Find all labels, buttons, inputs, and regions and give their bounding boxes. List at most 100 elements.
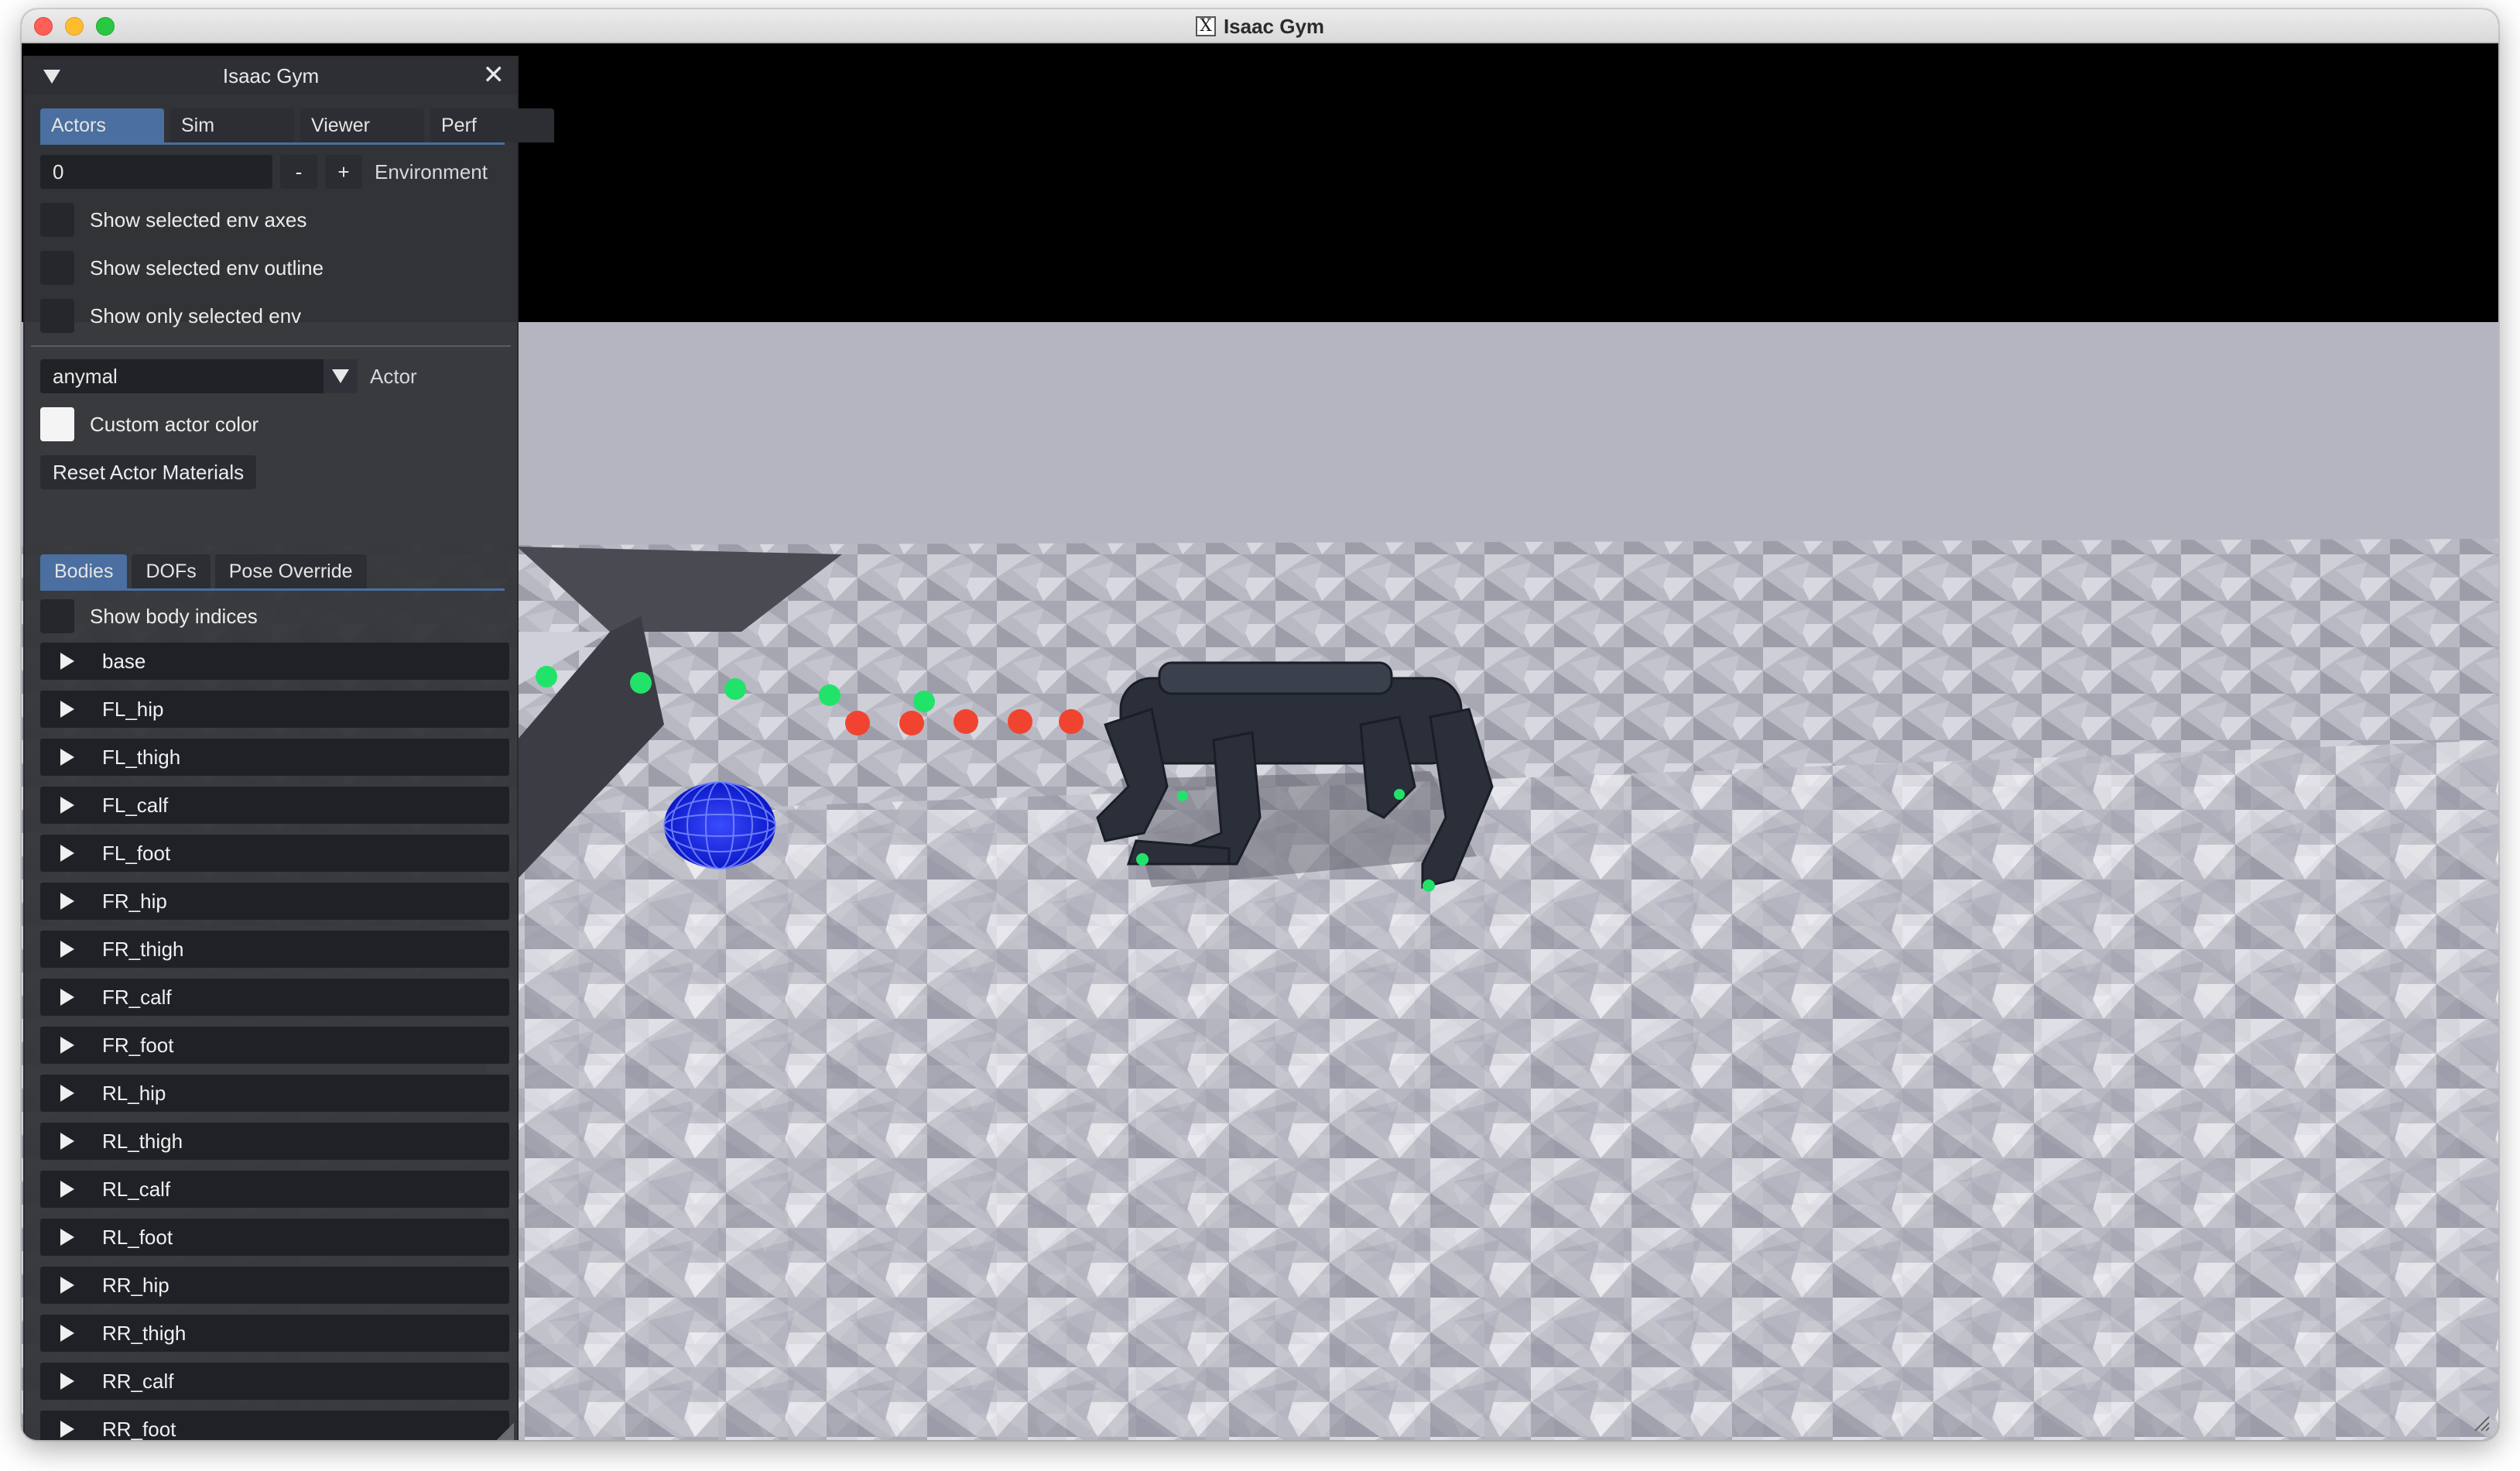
body-tree: base FL_hip FL_thigh FL_calf FL_foot FR_… xyxy=(40,643,509,1440)
expand-arrow-icon[interactable] xyxy=(60,941,74,958)
tree-item-label: RR_foot xyxy=(102,1417,176,1441)
tree-item-fr-thigh[interactable]: FR_thigh xyxy=(40,931,509,968)
reset-actor-materials-button[interactable]: Reset Actor Materials xyxy=(40,455,257,489)
environment-label: Environment xyxy=(375,159,488,183)
show-only-selected-env-checkbox[interactable] xyxy=(40,299,74,333)
actor-select-value: anymal xyxy=(53,364,118,388)
tab-sim[interactable]: Sim xyxy=(170,108,294,142)
dropdown-arrow-icon[interactable] xyxy=(324,359,358,393)
expand-arrow-icon[interactable] xyxy=(60,1373,74,1390)
show-env-axes-label: Show selected env axes xyxy=(90,207,307,231)
title-bar: X Isaac Gym xyxy=(22,9,2498,43)
show-only-selected-env-label: Show only selected env xyxy=(90,303,302,327)
expand-arrow-icon[interactable] xyxy=(60,1133,74,1150)
expand-arrow-icon[interactable] xyxy=(60,1229,74,1246)
tree-item-label: RR_thigh xyxy=(102,1321,187,1345)
expand-arrow-icon[interactable] xyxy=(60,893,74,910)
isaac-gym-panel: Isaac Gym ✕ Actors Sim Viewer Perf 0 - +… xyxy=(23,56,554,1440)
panel-title: Isaac Gym xyxy=(222,63,320,87)
tree-item-label: FL_foot xyxy=(102,841,171,865)
3d-viewport[interactable]: Isaac Gym ✕ Actors Sim Viewer Perf 0 - +… xyxy=(22,43,2498,1440)
tree-item-label: RL_hip xyxy=(102,1081,166,1105)
expand-arrow-icon[interactable] xyxy=(60,1421,74,1438)
window-title: Isaac Gym xyxy=(1223,14,1325,38)
panel-header: Isaac Gym ✕ xyxy=(25,57,517,94)
custom-color-row[interactable]: Custom actor color xyxy=(40,407,259,441)
checkbox-row[interactable]: Show only selected env xyxy=(40,299,301,333)
expand-arrow-icon[interactable] xyxy=(60,701,74,718)
x11-icon: X xyxy=(1195,16,1216,36)
tree-item-rr-foot[interactable]: RR_foot xyxy=(40,1411,509,1440)
environment-increment-button[interactable]: + xyxy=(325,155,362,189)
tree-item-label: RR_hip xyxy=(102,1273,169,1297)
show-env-outline-checkbox[interactable] xyxy=(40,251,74,285)
tree-item-rr-calf[interactable]: RR_calf xyxy=(40,1363,509,1400)
environment-index-input[interactable]: 0 xyxy=(40,155,272,189)
tree-item-label: FR_foot xyxy=(102,1033,174,1057)
tree-item-label: FL_calf xyxy=(102,793,169,817)
main-tabs: Actors Sim Viewer Perf xyxy=(40,108,554,142)
subtab-pose-override[interactable]: Pose Override xyxy=(214,554,367,588)
custom-actor-color-label: Custom actor color xyxy=(90,412,259,436)
collapse-triangle-icon[interactable] xyxy=(43,70,60,84)
reset-row: Reset Actor Materials xyxy=(40,455,257,489)
show-body-indices-checkbox[interactable] xyxy=(40,599,74,633)
tree-item-label: FL_thigh xyxy=(102,745,181,769)
tree-item-rl-hip[interactable]: RL_hip xyxy=(40,1075,509,1112)
expand-arrow-icon[interactable] xyxy=(60,989,74,1006)
show-body-indices-row[interactable]: Show body indices xyxy=(40,599,258,633)
expand-arrow-icon[interactable] xyxy=(60,797,74,814)
tree-item-rr-hip[interactable]: RR_hip xyxy=(40,1267,509,1304)
expand-arrow-icon[interactable] xyxy=(60,1085,74,1102)
expand-arrow-icon[interactable] xyxy=(60,749,74,766)
goal-sphere xyxy=(663,781,776,869)
tab-perf[interactable]: Perf xyxy=(430,108,554,142)
body-subtabs: Bodies DOFs Pose Override xyxy=(40,554,367,588)
expand-arrow-icon[interactable] xyxy=(60,653,74,670)
checkbox-row[interactable]: Show selected env outline xyxy=(40,251,324,285)
tree-item-rl-calf[interactable]: RL_calf xyxy=(40,1171,509,1208)
show-env-outline-label: Show selected env outline xyxy=(90,255,324,279)
actor-label: Actor xyxy=(370,364,417,388)
tree-item-base[interactable]: base xyxy=(40,643,509,680)
divider xyxy=(31,345,511,347)
expand-arrow-icon[interactable] xyxy=(60,1037,74,1054)
tree-item-label: RL_foot xyxy=(102,1225,173,1249)
app-window: X Isaac Gym Isaac Gym ✕ Actors Sim Viewe… xyxy=(22,9,2498,1440)
tree-item-fl-hip[interactable]: FL_hip xyxy=(40,691,509,728)
expand-arrow-icon[interactable] xyxy=(60,1181,74,1198)
checkbox-row[interactable]: Show selected env axes xyxy=(40,203,306,237)
tree-item-label: RR_calf xyxy=(102,1369,174,1393)
tree-item-label: FR_hip xyxy=(102,889,167,913)
show-body-indices-label: Show body indices xyxy=(90,604,258,628)
close-icon[interactable]: ✕ xyxy=(483,62,505,88)
environment-decrement-button[interactable]: - xyxy=(280,155,317,189)
tree-item-label: FL_hip xyxy=(102,697,164,721)
panel-resize-grip[interactable] xyxy=(497,1423,514,1440)
tree-item-fr-hip[interactable]: FR_hip xyxy=(40,883,509,920)
tree-item-rl-foot[interactable]: RL_foot xyxy=(40,1219,509,1256)
tree-item-fr-calf[interactable]: FR_calf xyxy=(40,979,509,1016)
window-resize-grip[interactable] xyxy=(2472,1414,2491,1432)
tree-item-fr-foot[interactable]: FR_foot xyxy=(40,1027,509,1064)
tree-item-label: base xyxy=(102,649,146,673)
tree-item-fl-thigh[interactable]: FL_thigh xyxy=(40,739,509,776)
tab-viewer[interactable]: Viewer xyxy=(300,108,424,142)
tree-item-fl-foot[interactable]: FL_foot xyxy=(40,835,509,872)
custom-actor-color-swatch[interactable] xyxy=(40,407,74,441)
tree-item-rr-thigh[interactable]: RR_thigh xyxy=(40,1315,509,1352)
tree-item-fl-calf[interactable]: FL_calf xyxy=(40,787,509,824)
expand-arrow-icon[interactable] xyxy=(60,1277,74,1294)
actor-row: anymal Actor xyxy=(40,359,417,393)
tab-underline xyxy=(40,142,505,145)
tree-item-rl-thigh[interactable]: RL_thigh xyxy=(40,1123,509,1160)
subtab-dofs[interactable]: DOFs xyxy=(132,554,211,588)
expand-arrow-icon[interactable] xyxy=(60,1325,74,1342)
subtab-underline xyxy=(40,588,505,591)
tab-actors[interactable]: Actors xyxy=(40,108,164,142)
actor-select[interactable]: anymal xyxy=(40,359,358,393)
subtab-bodies[interactable]: Bodies xyxy=(40,554,128,588)
tree-item-label: FR_thigh xyxy=(102,937,184,961)
show-env-axes-checkbox[interactable] xyxy=(40,203,74,237)
expand-arrow-icon[interactable] xyxy=(60,845,74,862)
